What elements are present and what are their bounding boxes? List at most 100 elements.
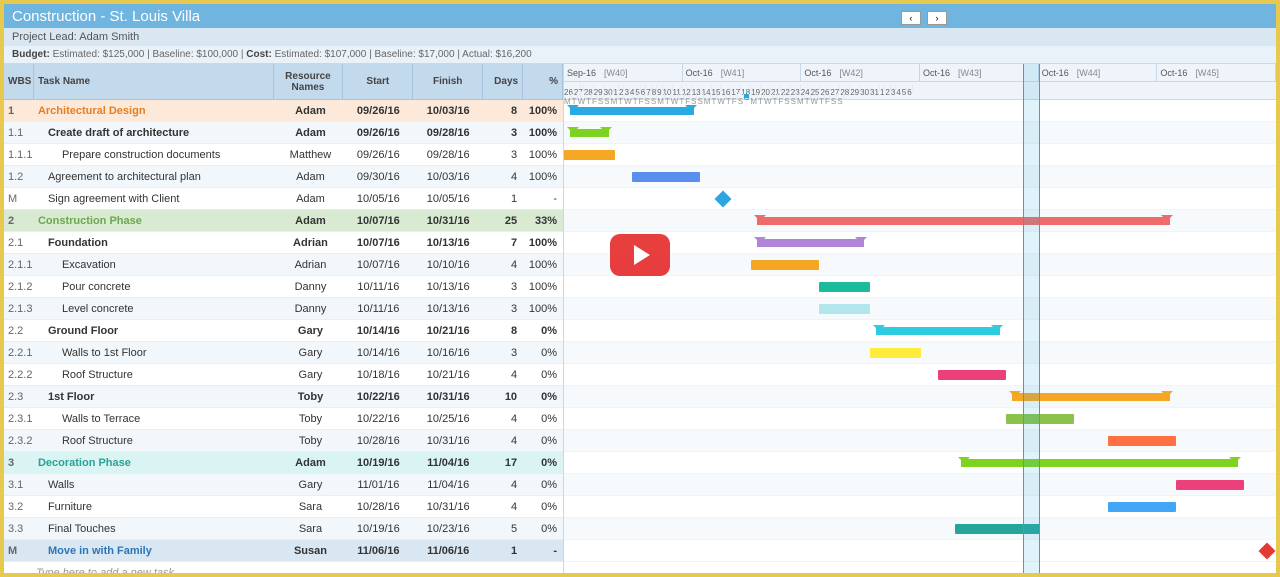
task-bar[interactable] [1176, 480, 1244, 490]
cell-resource[interactable]: Adrian [274, 259, 344, 271]
gantt-row[interactable] [564, 320, 1276, 342]
cell-name[interactable]: Sign agreement with Client [34, 193, 274, 205]
milestone-diamond[interactable] [1259, 543, 1276, 560]
cell-pct[interactable]: 100% [523, 171, 563, 183]
col-resource[interactable]: Resource Names [274, 64, 344, 99]
task-bar[interactable] [1006, 414, 1074, 424]
cell-start[interactable]: 10/14/16 [343, 347, 413, 359]
cell-pct[interactable]: 100% [523, 127, 563, 139]
cell-days[interactable]: 4 [483, 171, 523, 183]
cell-days[interactable]: 1 [483, 193, 523, 205]
cell-resource[interactable]: Toby [274, 391, 344, 403]
summary-bar[interactable] [961, 459, 1238, 467]
cell-days[interactable]: 3 [483, 127, 523, 139]
cell-pct[interactable]: 0% [523, 369, 563, 381]
col-start[interactable]: Start [343, 64, 413, 99]
cell-name[interactable]: Furniture [34, 501, 274, 513]
task-bar[interactable] [1108, 502, 1176, 512]
cell-start[interactable]: 10/11/16 [343, 303, 413, 315]
cell-finish[interactable]: 09/28/16 [413, 127, 483, 139]
task-bar[interactable] [819, 304, 870, 314]
gantt-row[interactable] [564, 452, 1276, 474]
task-row[interactable]: 2.3.1Walls to TerraceToby10/22/1610/25/1… [4, 408, 563, 430]
cell-resource[interactable]: Susan [274, 545, 344, 557]
cell-days[interactable]: 17 [483, 457, 523, 469]
cell-name[interactable]: Walls [34, 479, 274, 491]
task-row[interactable]: 2.2.2Roof StructureGary10/18/1610/21/164… [4, 364, 563, 386]
gantt-row[interactable] [564, 166, 1276, 188]
cell-pct[interactable]: 0% [523, 413, 563, 425]
cell-resource[interactable]: Adam [274, 127, 344, 139]
summary-bar[interactable] [570, 129, 609, 137]
cell-days[interactable]: 4 [483, 501, 523, 513]
cell-pct[interactable]: 100% [523, 149, 563, 161]
cell-days[interactable]: 3 [483, 303, 523, 315]
task-row[interactable]: 3.2FurnitureSara10/28/1610/31/1640% [4, 496, 563, 518]
gantt-row[interactable] [564, 540, 1276, 562]
task-row[interactable]: MSign agreement with ClientAdam10/05/161… [4, 188, 563, 210]
gantt-row[interactable] [564, 188, 1276, 210]
cell-start[interactable]: 10/22/16 [343, 391, 413, 403]
cell-days[interactable]: 1 [483, 545, 523, 557]
col-name[interactable]: Task Name [34, 64, 274, 99]
cell-start[interactable]: 09/26/16 [343, 127, 413, 139]
gantt-row[interactable] [564, 364, 1276, 386]
cell-name[interactable]: Move in with Family [34, 545, 274, 557]
cell-start[interactable]: 11/06/16 [343, 545, 413, 557]
cell-days[interactable]: 4 [483, 259, 523, 271]
summary-bar[interactable] [1012, 393, 1170, 401]
summary-bar[interactable] [757, 217, 1170, 225]
cell-start[interactable]: 10/07/16 [343, 259, 413, 271]
col-pct[interactable]: % [523, 64, 563, 99]
gantt-row[interactable] [564, 254, 1276, 276]
task-row[interactable]: 1.2Agreement to architectural planAdam09… [4, 166, 563, 188]
cell-resource[interactable]: Gary [274, 325, 344, 337]
task-bar[interactable] [751, 260, 819, 270]
task-row[interactable]: MMove in with FamilySusan11/06/1611/06/1… [4, 540, 563, 562]
cell-finish[interactable]: 11/06/16 [413, 545, 483, 557]
task-row[interactable]: 2.2.1Walls to 1st FloorGary10/14/1610/16… [4, 342, 563, 364]
cell-days[interactable]: 3 [483, 149, 523, 161]
cell-finish[interactable]: 10/13/16 [413, 281, 483, 293]
cell-resource[interactable]: Toby [274, 413, 344, 425]
cell-pct[interactable]: 0% [523, 391, 563, 403]
gantt-row[interactable] [564, 496, 1276, 518]
cell-pct[interactable]: - [523, 193, 563, 205]
gantt-row[interactable] [564, 518, 1276, 540]
gantt-row[interactable] [564, 276, 1276, 298]
milestone-diamond[interactable] [715, 191, 732, 208]
cell-finish[interactable]: 10/31/16 [413, 215, 483, 227]
nav-prev-button[interactable]: ‹ [901, 11, 921, 25]
task-row[interactable]: 2.1FoundationAdrian10/07/1610/13/167100% [4, 232, 563, 254]
cell-resource[interactable]: Matthew [274, 149, 344, 161]
gantt-chart[interactable] [564, 100, 1276, 562]
cell-finish[interactable]: 10/16/16 [413, 347, 483, 359]
cell-start[interactable]: 10/19/16 [343, 457, 413, 469]
cell-pct[interactable]: 0% [523, 435, 563, 447]
cell-start[interactable]: 09/30/16 [343, 171, 413, 183]
task-bar[interactable] [632, 172, 700, 182]
cell-start[interactable]: 10/22/16 [343, 413, 413, 425]
cell-resource[interactable]: Toby [274, 435, 344, 447]
task-row[interactable]: 2.1.1ExcavationAdrian10/07/1610/10/16410… [4, 254, 563, 276]
cell-finish[interactable]: 10/31/16 [413, 501, 483, 513]
cell-start[interactable]: 10/07/16 [343, 237, 413, 249]
cell-finish[interactable]: 10/31/16 [413, 391, 483, 403]
cell-finish[interactable]: 10/13/16 [413, 303, 483, 315]
cell-days[interactable]: 3 [483, 281, 523, 293]
col-finish[interactable]: Finish [413, 64, 483, 99]
cell-name[interactable]: Agreement to architectural plan [34, 171, 274, 183]
cell-start[interactable]: 10/11/16 [343, 281, 413, 293]
cell-resource[interactable]: Adam [274, 457, 344, 469]
cell-days[interactable]: 8 [483, 325, 523, 337]
cell-name[interactable]: Ground Floor [34, 325, 274, 337]
cell-finish[interactable]: 10/23/16 [413, 523, 483, 535]
cell-pct[interactable]: 33% [523, 215, 563, 227]
gantt-row[interactable] [564, 430, 1276, 452]
gantt-row[interactable] [564, 122, 1276, 144]
cell-name[interactable]: Excavation [34, 259, 274, 271]
task-row[interactable]: 2.3.2Roof StructureToby10/28/1610/31/164… [4, 430, 563, 452]
task-bar[interactable] [938, 370, 1006, 380]
gantt-row[interactable] [564, 474, 1276, 496]
cell-name[interactable]: Roof Structure [34, 369, 274, 381]
